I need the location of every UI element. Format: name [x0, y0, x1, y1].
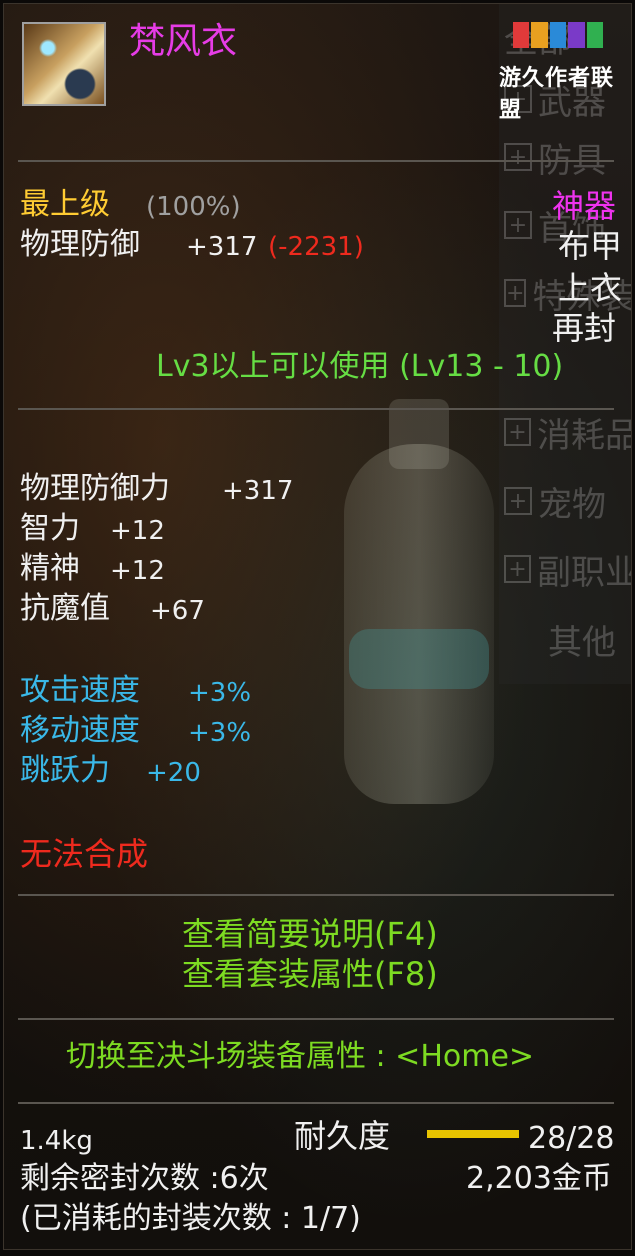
durability-label: 耐久度	[294, 1117, 391, 1155]
seal-used: (已消耗的封装次数 : 1/7)	[20, 1201, 361, 1236]
side-item-label: 消耗品	[537, 415, 632, 456]
item-tooltip: 全部 +武器 +防具 +首饰 +特殊装备 +消耗品 +宠物 +副职业 其他 梵风…	[3, 3, 632, 1250]
side-item-label: 宠物	[538, 484, 606, 525]
level-requirement: Lv3以上可以使用 (Lv13 - 10)	[156, 349, 564, 384]
compare-value: (-2231)	[268, 232, 364, 262]
durability-bar	[427, 1130, 519, 1138]
stat-label: 精神	[20, 551, 80, 586]
arena-switch-link[interactable]: 切换至决斗场装备属性 : <Home>	[66, 1042, 534, 1072]
divider	[18, 1018, 614, 1020]
side-item-label: 其他	[548, 622, 616, 663]
divider	[18, 894, 614, 896]
divider	[18, 408, 614, 410]
stat-value: +12	[110, 556, 165, 586]
bonus-stat-label: 跳跃力	[20, 753, 110, 788]
logo-stripes-icon	[513, 22, 604, 48]
vase-decoration-band	[349, 629, 489, 689]
bonus-stat-label: 攻击速度	[20, 673, 140, 708]
base-defense-value: +317	[186, 232, 258, 262]
expand-icon: +	[504, 211, 532, 239]
side-item-armor[interactable]: + 防具	[504, 134, 631, 181]
side-item-pet[interactable]: + 宠物	[504, 478, 631, 525]
side-item-label: 副职业	[537, 552, 632, 593]
base-defense-label: 物理防御	[20, 227, 140, 262]
stat-value: +317	[222, 476, 294, 506]
expand-icon: +	[504, 279, 527, 307]
equip-slot: 上衣	[558, 269, 623, 307]
grade-label: 最上级	[20, 187, 110, 222]
bonus-stat-value: +3%	[188, 678, 252, 708]
side-item-consumable[interactable]: + 消耗品	[504, 409, 632, 456]
side-item-label: 防具	[538, 140, 606, 181]
watermark-logo: 游久作者联盟	[499, 22, 629, 123]
reseal-label: 再封	[552, 309, 617, 347]
robe-item-icon	[22, 22, 106, 106]
expand-icon: +	[504, 487, 532, 515]
bonus-stat-value: +20	[146, 758, 201, 788]
grade-percent: (100%)	[146, 192, 241, 222]
expand-icon: +	[504, 555, 531, 583]
rarity-label: 神器	[552, 187, 617, 225]
seal-remaining: 剩余密封次数 :6次	[20, 1161, 269, 1196]
durability-value: 28/28	[528, 1121, 615, 1156]
bonus-stat-label: 移动速度	[20, 713, 140, 748]
armor-type: 布甲	[558, 227, 623, 265]
divider	[18, 160, 614, 162]
side-item-subjob[interactable]: + 副职业	[504, 546, 632, 593]
vase-decoration	[344, 444, 494, 804]
expand-icon: +	[504, 418, 531, 446]
stat-label: 物理防御力	[20, 471, 170, 506]
bonus-stat-value: +3%	[188, 718, 252, 748]
stat-label: 抗魔值	[20, 591, 110, 626]
weight-value: 1.4kg	[20, 1126, 93, 1156]
side-item-other[interactable]: 其他	[504, 616, 631, 663]
item-name: 梵风衣	[129, 21, 238, 62]
expand-icon: +	[504, 143, 532, 171]
divider	[18, 1102, 614, 1104]
view-brief-link[interactable]: 查看简要说明(F4)	[182, 918, 438, 950]
stat-value: +67	[150, 596, 205, 626]
view-set-link[interactable]: 查看套装属性(F8)	[182, 958, 438, 990]
price-value: 2,203金币	[466, 1161, 612, 1196]
watermark-text: 游久作者联盟	[499, 66, 615, 123]
stat-value: +12	[110, 516, 165, 546]
stat-label: 智力	[20, 511, 80, 546]
cannot-synthesize-label: 无法合成	[20, 835, 149, 873]
